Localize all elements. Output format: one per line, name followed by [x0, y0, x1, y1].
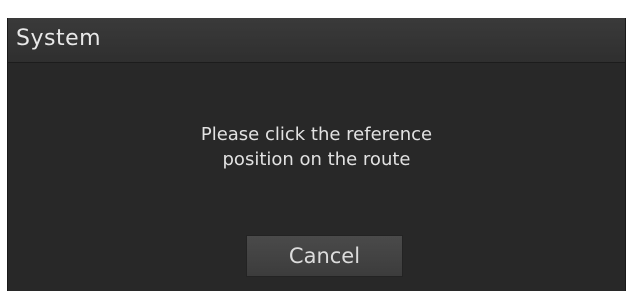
dialog-message-line-2: position on the route	[222, 149, 411, 170]
dialog-message-line-1: Please click the reference	[200, 124, 433, 145]
cancel-button[interactable]: Cancel	[246, 235, 403, 277]
system-dialog: System Please click the reference positi…	[7, 18, 626, 291]
dialog-message: Please click the reference position on t…	[8, 122, 625, 172]
dialog-title: System	[16, 26, 102, 51]
dialog-titlebar: System	[8, 18, 625, 63]
